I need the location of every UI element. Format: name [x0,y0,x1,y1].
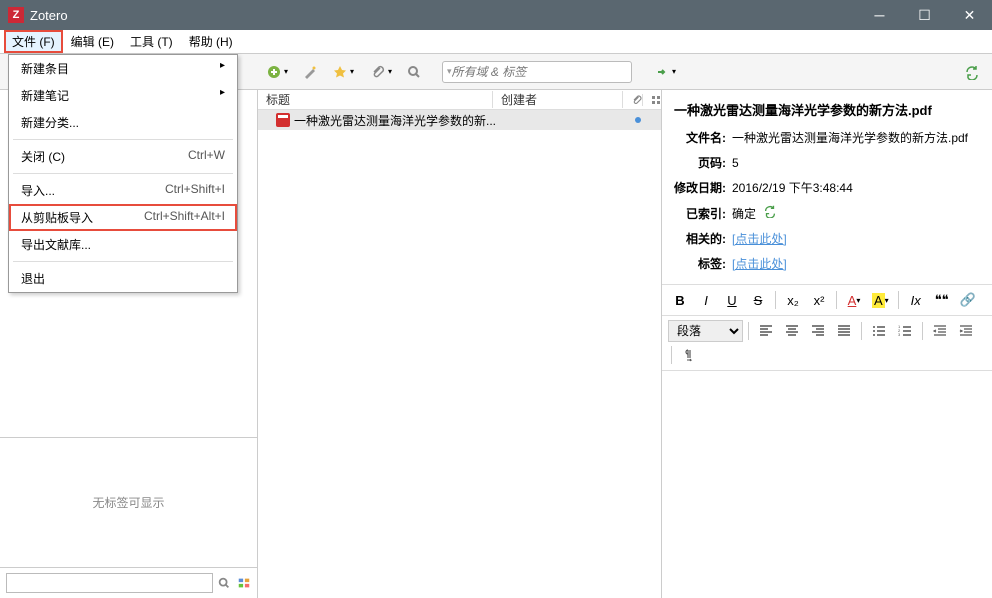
search-button[interactable] [402,60,426,84]
ltr-button[interactable] [677,344,701,366]
menu-new-collection[interactable]: 新建分类... [9,109,237,136]
col-attachment[interactable] [623,94,643,106]
detail-title: 一种激光雷达测量海洋光学参数的新方法.pdf [662,90,992,125]
tag-menu-icon[interactable] [237,576,251,590]
note-editor-toolbar2: 段落 123 [662,316,992,371]
indent-button[interactable] [954,320,978,342]
menu-new-item[interactable]: 新建条目 [9,55,237,82]
detail-pages: 页码: 5 [674,150,980,175]
attach-button[interactable]: ▾ [364,60,398,84]
new-item-button[interactable]: ▾ [260,60,294,84]
bgcolor-button[interactable]: A ▾ [868,289,893,311]
tag-search-input[interactable] [6,573,213,593]
menu-close[interactable]: 关闭 (C)Ctrl+W [9,143,237,170]
close-button[interactable]: ✕ [947,0,992,30]
align-justify-button[interactable] [832,320,856,342]
col-title[interactable]: 标题 [258,91,493,108]
underline-button[interactable]: U [720,289,744,311]
attachment-dot-icon [635,117,641,123]
bold-button[interactable]: B [668,289,692,311]
menu-import[interactable]: 导入...Ctrl+Shift+I [9,177,237,204]
item-detail-pane: 一种激光雷达测量海洋光学参数的新方法.pdf 文件名: 一种激光雷达测量海洋光学… [662,90,992,598]
clearformat-button[interactable]: Ix [904,289,928,311]
strike-button[interactable]: S [746,289,770,311]
menubar: 文件 (F) 编辑 (E) 工具 (T) 帮助 (H) [0,30,992,54]
items-pane: 标题 创建者 一种激光雷达测量海洋光学参数的新... [258,90,662,598]
app-logo: Z [8,7,24,23]
bullet-list-button[interactable] [867,320,891,342]
menu-edit[interactable]: 编辑 (E) [63,30,122,53]
sync-button[interactable] [960,60,984,84]
detail-filename: 文件名: 一种激光雷达测量海洋光学参数的新方法.pdf [674,125,980,150]
maximize-button[interactable]: ☐ [902,0,947,30]
search-input[interactable] [452,65,627,79]
detail-indexed: 已索引: 确定 [674,200,980,226]
window-title: Zotero [30,8,68,23]
locate-button[interactable]: ▾ [648,60,682,84]
reindex-icon[interactable] [763,204,777,218]
minimize-button[interactable]: ─ [857,0,902,30]
superscript-button[interactable]: x² [807,289,831,311]
align-center-button[interactable] [780,320,804,342]
align-left-button[interactable] [754,320,778,342]
outdent-button[interactable] [928,320,952,342]
number-list-button[interactable]: 123 [893,320,917,342]
left-pane: 新建条目 新建笔记 新建分类... 关闭 (C)Ctrl+W 导入...Ctrl… [0,90,258,598]
blockquote-button[interactable]: ❝❝ [930,289,954,311]
menu-export[interactable]: 导出文献库... [9,231,237,258]
menu-help[interactable]: 帮助 (H) [181,30,241,53]
pdf-icon [276,113,290,127]
search-input-container: ▾ [442,61,632,83]
wand-button[interactable] [298,60,322,84]
menu-new-note[interactable]: 新建笔记 [9,82,237,109]
detail-modified: 修改日期: 2016/2/19 下午3:48:44 [674,175,980,200]
paragraph-select[interactable]: 段落 [668,320,743,342]
textcolor-button[interactable]: A ▾ [842,289,866,311]
detail-related: 相关的: [点击此处] [674,226,980,251]
item-title: 一种激光雷达测量海洋光学参数的新... [294,112,635,129]
menu-tools[interactable]: 工具 (T) [122,30,181,53]
tag-search-icon[interactable] [217,576,231,590]
titlebar: Z Zotero ─ ☐ ✕ [0,0,992,30]
tags-empty-label: 无标签可显示 [92,494,164,511]
detail-tags: 标签: [点击此处] [674,251,980,276]
file-menu-dropdown: 新建条目 新建笔记 新建分类... 关闭 (C)Ctrl+W 导入...Ctrl… [8,54,238,293]
col-menu-icon[interactable] [643,95,661,105]
menu-exit[interactable]: 退出 [9,265,237,292]
svg-text:3: 3 [898,332,901,337]
link-button[interactable]: 🔗 [956,289,980,311]
item-row[interactable]: 一种激光雷达测量海洋光学参数的新... [258,110,661,130]
italic-button[interactable]: I [694,289,718,311]
col-creator[interactable]: 创建者 [493,91,623,108]
menu-import-clipboard[interactable]: 从剪贴板导入Ctrl+Shift+Alt+I [9,204,237,231]
note-editor-toolbar: B I U S x₂ x² A ▾ A ▾ Ix ❝❝ 🔗 [662,284,992,316]
star-button[interactable]: ▾ [326,60,360,84]
tag-selector: 无标签可显示 [0,438,257,568]
tag-search-bar [0,568,257,598]
subscript-button[interactable]: x₂ [781,289,805,311]
align-right-button[interactable] [806,320,830,342]
column-headers: 标题 创建者 [258,90,661,110]
menu-file[interactable]: 文件 (F) [4,30,63,53]
